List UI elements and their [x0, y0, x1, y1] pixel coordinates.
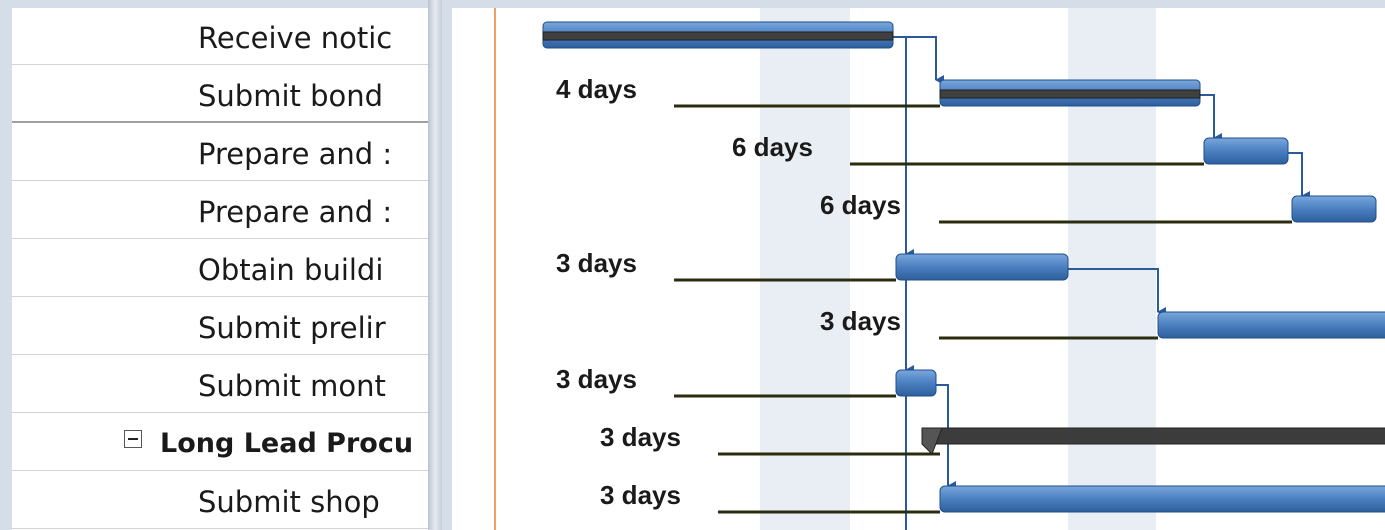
- task-bar: [895, 369, 937, 397]
- task-name: Submit mont: [198, 369, 386, 403]
- pane-gap: [442, 0, 452, 530]
- summary-bar: [921, 427, 1385, 445]
- task-name: Submit prelir: [198, 311, 386, 345]
- table-row[interactable]: Submit shop: [12, 472, 428, 529]
- task-name: Prepare and :: [198, 137, 393, 171]
- dependency-link: [1200, 94, 1222, 143]
- task-name: Obtain buildi: [198, 253, 384, 287]
- task-name: Submit bond: [198, 79, 384, 113]
- slack-label: 4 days: [556, 74, 637, 104]
- collapse-icon[interactable]: [124, 430, 142, 448]
- critical-overlay: [542, 31, 894, 41]
- dependency-link: [893, 36, 944, 85]
- table-row[interactable]: Prepare and :: [12, 124, 428, 181]
- task-name: Submit shop: [198, 485, 380, 519]
- table-row[interactable]: Receive notic: [12, 8, 428, 65]
- slack-label: 6 days: [732, 132, 813, 162]
- table-row-summary[interactable]: Long Lead Procu: [12, 414, 428, 471]
- slack-lines: [674, 104, 1292, 514]
- pane-splitter[interactable]: [428, 0, 442, 530]
- slack-label: 3 days: [556, 248, 637, 278]
- task-name: Receive notic: [198, 21, 393, 55]
- table-row[interactable]: Obtain buildi: [12, 240, 428, 297]
- table-row[interactable]: Submit mont: [12, 356, 428, 413]
- table-row[interactable]: Submit prelir: [12, 298, 428, 355]
- slack-label: 3 days: [820, 306, 901, 336]
- dependency-link: [1288, 152, 1310, 201]
- task-bar: [1157, 311, 1385, 339]
- task-bar: [895, 253, 1069, 281]
- gantt-chart: 4 days 6 days 6 days 3 days 3 days 3 day…: [452, 8, 1385, 530]
- task-bar: [1203, 137, 1289, 165]
- task-bar: [1291, 195, 1377, 223]
- slack-label: 3 days: [600, 422, 681, 452]
- task-name: Prepare and :: [198, 195, 393, 229]
- task-table: Receive notic Submit bond Prepare and : …: [12, 8, 428, 530]
- slack-label: 3 days: [600, 480, 681, 510]
- dependency-link: [1068, 268, 1166, 317]
- gantt-bars: 4 days 6 days 6 days 3 days 3 days 3 day…: [494, 8, 1385, 530]
- slack-label: 6 days: [820, 190, 901, 220]
- critical-overlay: [939, 89, 1201, 99]
- table-row[interactable]: Prepare and :: [12, 182, 428, 239]
- summary-task-name: Long Lead Procu: [160, 428, 414, 459]
- table-row[interactable]: Submit bond: [12, 66, 428, 123]
- slack-label: 3 days: [556, 364, 637, 394]
- task-bar: [939, 485, 1385, 513]
